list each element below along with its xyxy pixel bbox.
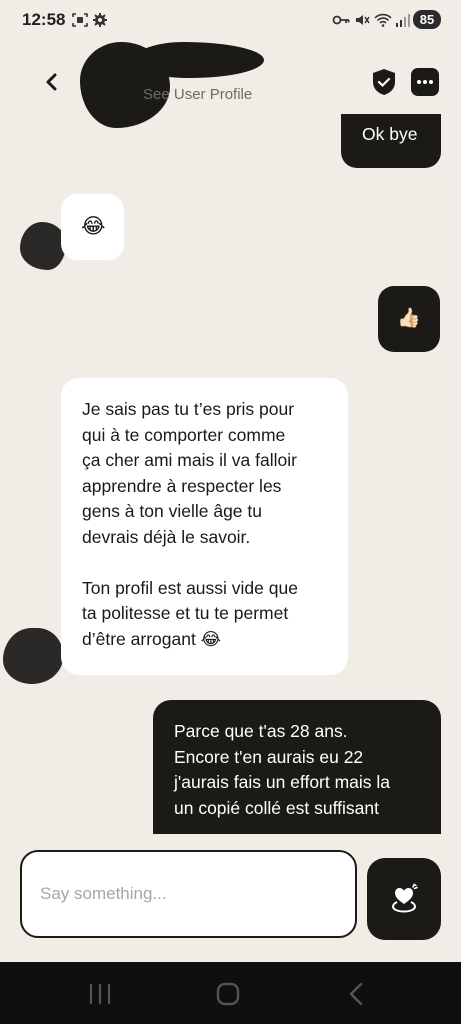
message-input-placeholder: Say something... — [40, 884, 167, 903]
message-list: Ok bye 😂 👍🏻 Je sais pas tu t’es pris pou… — [0, 114, 461, 834]
recents-icon[interactable] — [86, 980, 114, 1008]
message-text: Ok bye — [362, 124, 418, 144]
message-text: Je sais pas tu t’es pris pour qui à te c… — [82, 399, 298, 649]
back-arrow-icon[interactable] — [38, 68, 66, 96]
battery-indicator: 85 — [413, 10, 441, 29]
message-text: Parce que t'as 28 ans. Encore t'en aurai… — [174, 721, 391, 818]
home-icon[interactable] — [214, 980, 242, 1008]
message-incoming[interactable]: 😂 — [61, 194, 124, 260]
message-outgoing[interactable]: Ok bye — [341, 114, 441, 168]
message-input[interactable]: Say something... — [20, 850, 357, 938]
message-text: 👍🏻 — [397, 308, 421, 329]
chat-header: See User Profile — [0, 42, 461, 128]
screenshot-icon — [72, 13, 88, 27]
vpn-key-icon — [332, 15, 350, 25]
message-outgoing[interactable]: Parce que t'as 28 ans. Encore t'en aurai… — [153, 700, 441, 834]
see-profile-link[interactable]: See User Profile — [143, 86, 252, 103]
sender-avatar — [20, 222, 66, 270]
wifi-icon — [374, 13, 392, 27]
shield-check-icon[interactable] — [372, 68, 396, 96]
more-dots-icon[interactable] — [411, 68, 439, 96]
signal-icon — [396, 14, 410, 27]
user-name-redacted[interactable] — [130, 42, 264, 78]
status-time: 12:58 — [22, 10, 66, 29]
message-text: 😂 — [81, 215, 106, 238]
message-incoming[interactable]: Je sais pas tu t’es pris pour qui à te c… — [61, 378, 348, 675]
back-icon[interactable] — [343, 980, 371, 1008]
settings-icon — [93, 13, 107, 27]
heart-send-icon — [391, 883, 418, 913]
status-bar: 12:58 85 — [0, 0, 461, 40]
system-nav-bar — [0, 962, 461, 1024]
send-button[interactable] — [367, 858, 441, 940]
message-outgoing[interactable]: 👍🏻 — [378, 286, 440, 352]
mute-icon — [356, 15, 370, 25]
sender-avatar — [3, 628, 63, 684]
